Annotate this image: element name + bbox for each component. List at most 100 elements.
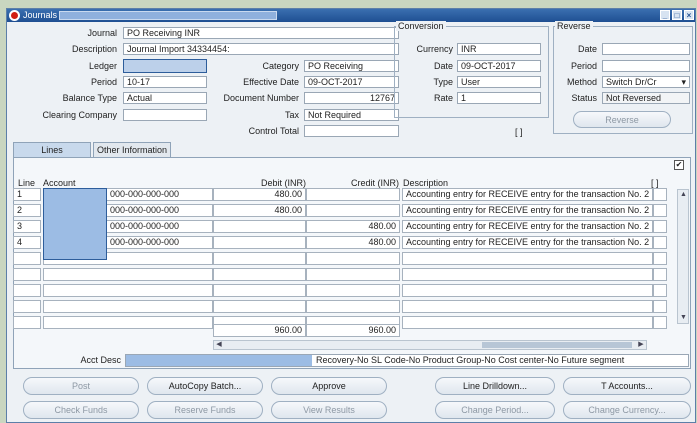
scroll-left-icon[interactable]: ◀ <box>215 341 223 349</box>
journal-field[interactable]: PO Receiving INR <box>123 27 399 39</box>
cell-line[interactable] <box>13 316 41 329</box>
minimize-icon[interactable]: _ <box>660 10 670 20</box>
close-icon[interactable]: × <box>684 10 694 20</box>
selected-account-block[interactable] <box>43 188 107 260</box>
cell-flag[interactable] <box>653 268 667 281</box>
cell-flag[interactable] <box>653 188 667 201</box>
autocopy-batch-button[interactable]: AutoCopy Batch... <box>147 377 263 395</box>
clearing-company-field[interactable] <box>123 109 207 121</box>
scroll-up-icon[interactable]: ▲ <box>679 191 688 199</box>
cell-credit[interactable] <box>306 252 400 265</box>
conversion-type-field[interactable]: User <box>457 76 541 88</box>
select-checkbox[interactable]: ✔ <box>674 160 684 170</box>
conversion-date-field[interactable]: 09-OCT-2017 <box>457 60 541 72</box>
cell-flag[interactable] <box>653 316 667 329</box>
conversion-group <box>394 26 549 118</box>
t-accounts-button[interactable]: T Accounts... <box>563 377 691 395</box>
scroll-right-icon[interactable]: ▶ <box>637 341 645 349</box>
period-field[interactable]: 10-17 <box>123 76 207 88</box>
maximize-icon[interactable]: □ <box>672 10 682 20</box>
cell-line[interactable] <box>13 252 41 265</box>
cell-line[interactable]: 3 <box>13 220 41 233</box>
category-label: Category <box>262 61 299 71</box>
cell-description[interactable] <box>402 300 653 313</box>
cell-line[interactable]: 2 <box>13 204 41 217</box>
cell-credit[interactable]: 480.00 <box>306 220 400 233</box>
acct-desc-field[interactable]: Recovery-No SL Code-No Product Group-No … <box>125 354 689 367</box>
reverse-date-field[interactable] <box>602 43 690 55</box>
reverse-button[interactable]: Reverse <box>573 111 671 128</box>
balance-type-label: Balance Type <box>62 93 117 103</box>
reverse-period-field[interactable] <box>602 60 690 72</box>
effective-date-field[interactable]: 09-OCT-2017 <box>304 76 399 88</box>
lines-vertical-scrollbar[interactable]: ▲ ▼ <box>677 189 689 324</box>
cell-line[interactable]: 1 <box>13 188 41 201</box>
cell-description[interactable]: Accounting entry for RECEIVE entry for t… <box>402 220 653 233</box>
balance-type-field[interactable]: Actual <box>123 92 207 104</box>
tab-other-information[interactable]: Other Information <box>93 142 171 158</box>
check-funds-button[interactable]: Check Funds <box>23 401 139 419</box>
reserve-funds-button[interactable]: Reserve Funds <box>147 401 263 419</box>
cell-debit[interactable] <box>213 236 306 249</box>
cell-flag[interactable] <box>653 300 667 313</box>
line-drilldown-button[interactable]: Line Drilldown... <box>435 377 555 395</box>
ledger-label: Ledger <box>88 61 117 71</box>
cell-debit[interactable] <box>213 220 306 233</box>
cell-flag[interactable] <box>653 284 667 297</box>
cell-description[interactable]: Accounting entry for RECEIVE entry for t… <box>402 204 653 217</box>
cell-account[interactable] <box>43 284 213 297</box>
cell-credit[interactable] <box>306 188 400 201</box>
rate-field[interactable]: 1 <box>457 92 541 104</box>
control-total-field[interactable] <box>304 125 399 137</box>
cell-debit[interactable] <box>213 252 306 265</box>
cell-debit[interactable] <box>213 300 306 313</box>
lines-horizontal-scrollbar[interactable]: ◀ ▶ <box>213 340 647 350</box>
reverse-title: Reverse <box>555 21 593 31</box>
acct-desc-selection <box>126 355 312 366</box>
change-period-button[interactable]: Change Period... <box>435 401 555 419</box>
approve-button[interactable]: Approve <box>271 377 387 395</box>
cell-debit[interactable]: 480.00 <box>213 204 306 217</box>
description-field[interactable]: Journal Import 34334454: <box>123 43 399 55</box>
reverse-method-select[interactable]: Switch Dr/Cr ▾ <box>602 76 690 88</box>
ledger-field[interactable] <box>123 59 207 73</box>
cell-account[interactable] <box>43 268 213 281</box>
cell-description[interactable]: Accounting entry for RECEIVE entry for t… <box>402 236 653 249</box>
cell-account[interactable] <box>43 316 213 329</box>
cell-flag[interactable] <box>653 236 667 249</box>
post-button[interactable]: Post <box>23 377 139 395</box>
view-results-button[interactable]: View Results <box>271 401 387 419</box>
cell-description[interactable] <box>402 316 653 329</box>
horizontal-scroll-thumb[interactable] <box>482 342 632 348</box>
cell-credit[interactable] <box>306 268 400 281</box>
cell-flag[interactable] <box>653 220 667 233</box>
cell-credit[interactable] <box>306 300 400 313</box>
scroll-down-icon[interactable]: ▼ <box>679 314 688 322</box>
chevron-down-icon: ▾ <box>681 77 686 87</box>
cell-line[interactable] <box>13 268 41 281</box>
cell-credit[interactable] <box>306 284 400 297</box>
cell-description[interactable]: Accounting entry for RECEIVE entry for t… <box>402 188 653 201</box>
cell-debit[interactable]: 480.00 <box>213 188 306 201</box>
cell-flag[interactable] <box>653 252 667 265</box>
cell-description[interactable] <box>402 284 653 297</box>
cell-debit[interactable] <box>213 284 306 297</box>
cell-line[interactable]: 4 <box>13 236 41 249</box>
window-title: Journals <box>23 10 58 20</box>
cell-line[interactable] <box>13 300 41 313</box>
rate-label: Rate <box>433 93 453 103</box>
cell-line[interactable] <box>13 284 41 297</box>
cell-credit[interactable]: 480.00 <box>306 236 400 249</box>
change-currency-button[interactable]: Change Currency... <box>563 401 691 419</box>
document-number-field[interactable]: 12767 <box>304 92 399 104</box>
cell-credit[interactable] <box>306 204 400 217</box>
cell-description[interactable] <box>402 252 653 265</box>
tax-field[interactable]: Not Required <box>304 109 399 121</box>
tab-lines[interactable]: Lines <box>13 142 91 158</box>
category-field[interactable]: PO Receiving <box>304 60 399 72</box>
cell-flag[interactable] <box>653 204 667 217</box>
cell-account[interactable] <box>43 300 213 313</box>
cell-debit[interactable] <box>213 268 306 281</box>
currency-field[interactable]: INR <box>457 43 541 55</box>
cell-description[interactable] <box>402 268 653 281</box>
